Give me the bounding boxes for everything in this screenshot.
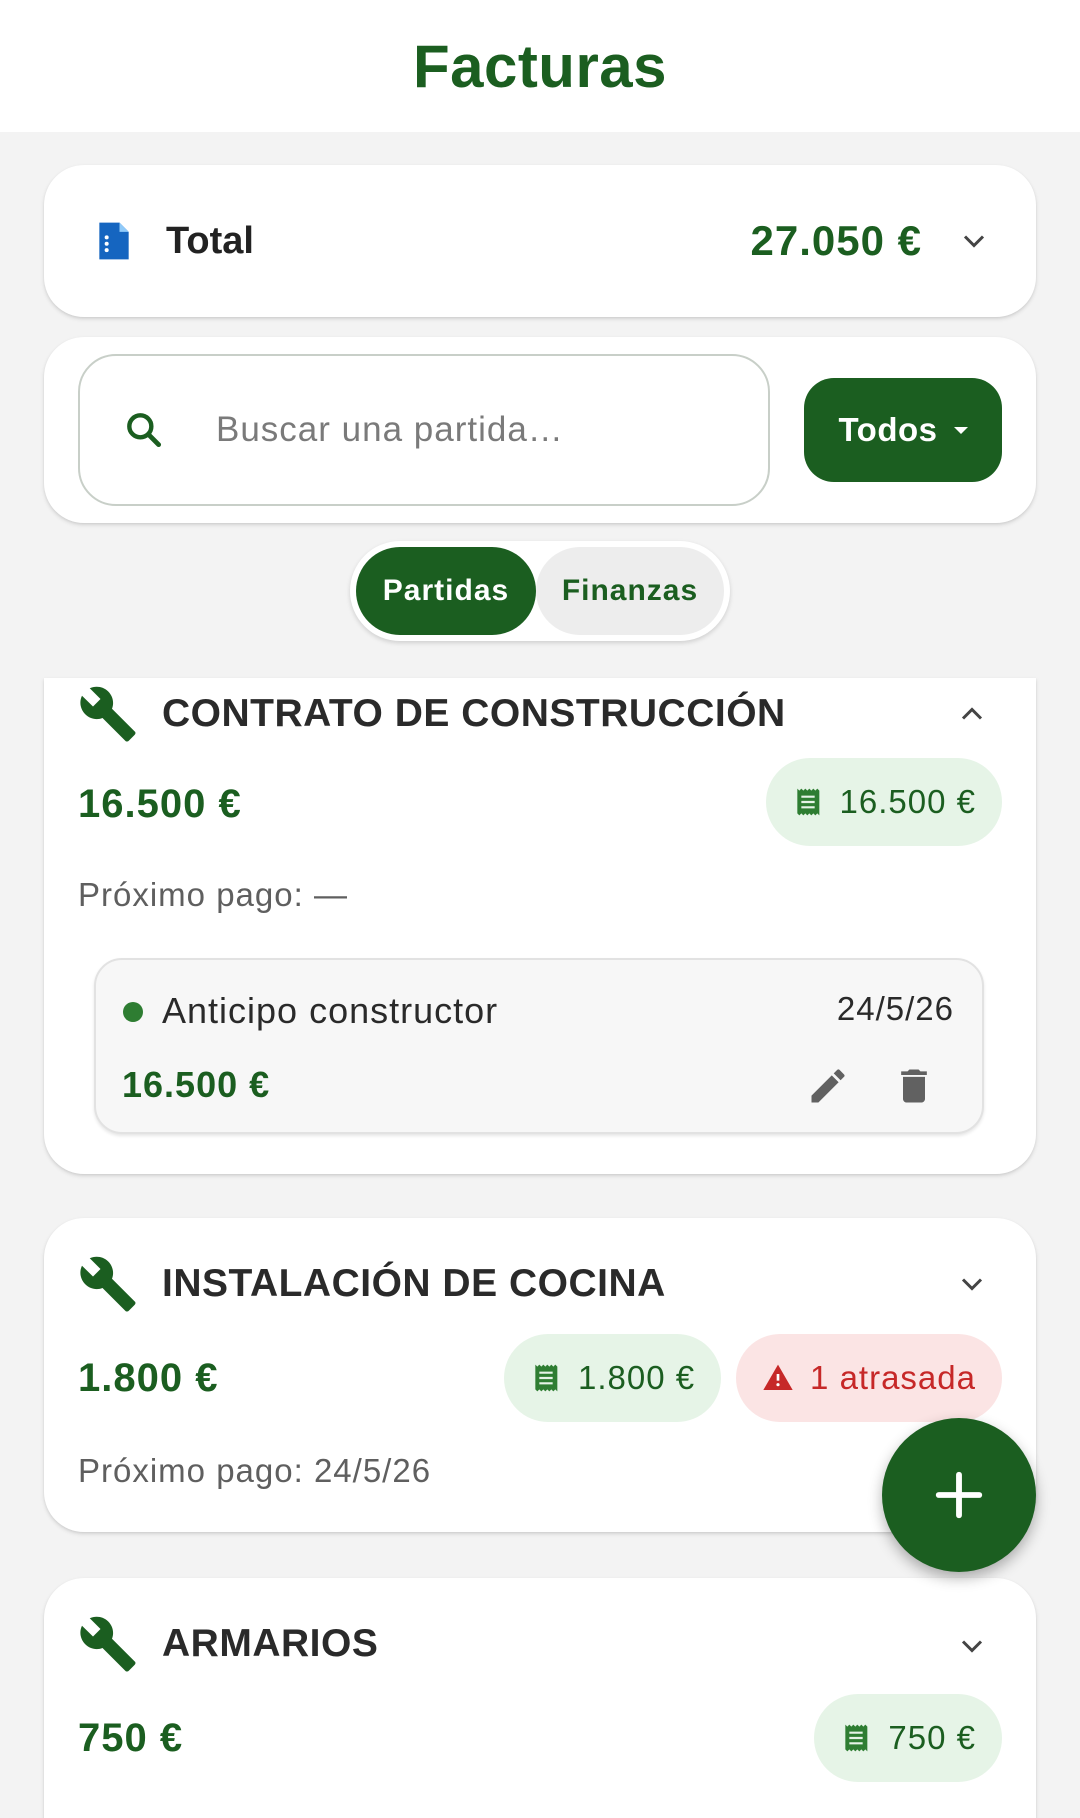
- section-title: ARMARIOS: [162, 1622, 379, 1665]
- payment-card[interactable]: Anticipo constructor 24/5/26 16.500 €: [94, 958, 984, 1134]
- receipt-icon: [796, 788, 819, 816]
- section-amount: 750 €: [78, 1716, 184, 1760]
- wrench-icon: [80, 1256, 136, 1312]
- payment-name: Anticipo constructor: [162, 990, 499, 1031]
- invoice-chip[interactable]: 16.500 €: [765, 758, 1002, 846]
- invoice-chip[interactable]: 750 €: [814, 1694, 1002, 1782]
- section-amount: 16.500 €: [78, 782, 242, 826]
- filter-label: Todos: [838, 411, 938, 448]
- plus-icon: [935, 1471, 983, 1519]
- search-input[interactable]: [216, 410, 736, 450]
- add-fab-button[interactable]: [882, 1418, 1036, 1572]
- caret-down-icon: [953, 426, 968, 434]
- wrench-icon: [80, 1616, 136, 1672]
- app-header: Facturas: [0, 0, 1080, 132]
- chevron-down-icon[interactable]: [954, 1266, 990, 1302]
- total-amount: 27.050 €: [750, 217, 922, 264]
- wrench-icon: [80, 686, 136, 742]
- section-header[interactable]: ARMARIOS: [78, 1614, 378, 1674]
- next-payment-text: Próximo pago: 24/5/26: [78, 1452, 432, 1489]
- invoices-screen: Facturas Total 27.050 € Todos: [0, 0, 1080, 1818]
- filter-dropdown-button[interactable]: Todos: [804, 378, 1002, 482]
- payment-date: 24/5/26: [836, 990, 954, 1027]
- delete-trash-icon[interactable]: [892, 1064, 936, 1108]
- view-segmented-control: Partidas Finanzas: [350, 541, 730, 641]
- overdue-chip[interactable]: 1 atrasada: [736, 1334, 1002, 1422]
- invoice-chip[interactable]: 1.800 €: [504, 1334, 722, 1422]
- section-header[interactable]: INSTALACIÓN DE COCINA: [78, 1254, 666, 1314]
- total-card[interactable]: Total 27.050 €: [44, 165, 1036, 317]
- invoice-chip-amount: 750 €: [888, 1719, 976, 1756]
- search-icon: [127, 413, 162, 448]
- section-amount: 1.800 €: [78, 1356, 219, 1400]
- tab-partidas[interactable]: Partidas: [356, 547, 536, 635]
- receipt-icon: [535, 1364, 558, 1392]
- tab-finanzas[interactable]: Finanzas: [536, 547, 724, 635]
- document-icon: [99, 222, 129, 260]
- chevron-down-icon[interactable]: [956, 223, 992, 259]
- search-card: Todos: [44, 337, 1036, 523]
- search-box[interactable]: [78, 354, 770, 506]
- section-title: CONTRATO DE CONSTRUCCIÓN: [162, 692, 786, 735]
- receipt-icon: [845, 1724, 868, 1752]
- section-card-wardrobes: ARMARIOS 750 € 750 €: [44, 1578, 1036, 1818]
- page-title: Facturas: [412, 32, 668, 100]
- section-header[interactable]: CONTRATO DE CONSTRUCCIÓN: [78, 684, 786, 744]
- total-label: Total: [166, 219, 254, 262]
- section-title: INSTALACIÓN DE COCINA: [162, 1262, 666, 1305]
- edit-pencil-icon[interactable]: [806, 1064, 850, 1108]
- payment-amount: 16.500 €: [122, 1064, 271, 1105]
- invoice-chip-amount: 1.800 €: [578, 1359, 696, 1396]
- overdue-chip-label: 1 atrasada: [810, 1359, 976, 1396]
- section-card-construction: CONTRATO DE CONSTRUCCIÓN 16.500 € 16.500…: [44, 678, 1036, 1174]
- chevron-down-icon[interactable]: [954, 1628, 990, 1664]
- invoice-chip-amount: 16.500 €: [839, 783, 976, 820]
- chevron-up-icon[interactable]: [954, 696, 990, 732]
- status-dot: [123, 1002, 143, 1022]
- warning-icon: [763, 1364, 793, 1390]
- next-payment-text: Próximo pago: —: [78, 876, 348, 913]
